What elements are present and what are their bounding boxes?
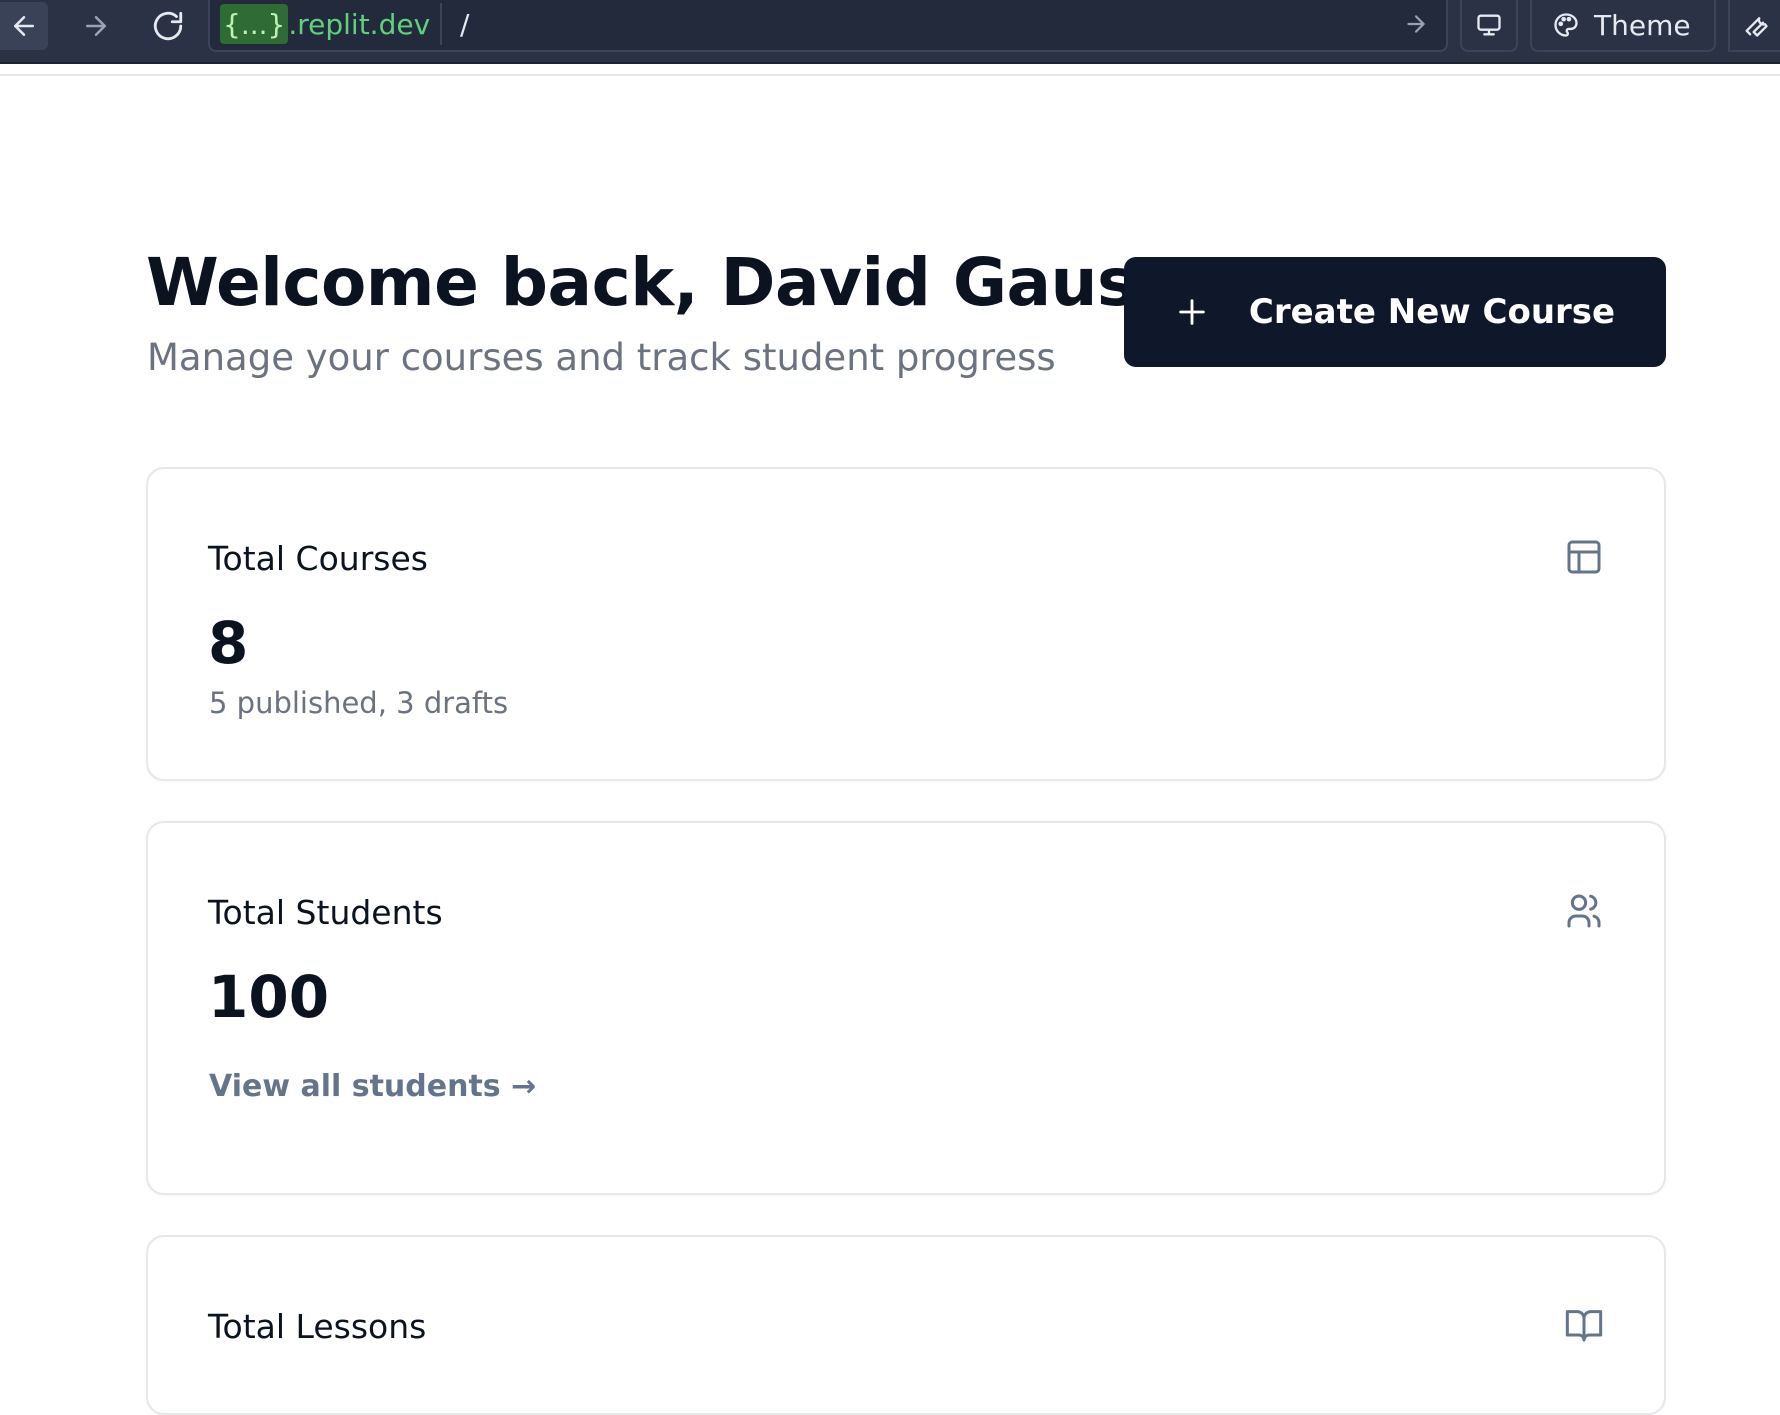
reload-button[interactable] xyxy=(144,2,192,50)
url-go-button[interactable] xyxy=(1398,3,1434,45)
forward-button[interactable] xyxy=(72,2,120,50)
stat-card-lessons: Total Lessons xyxy=(146,1235,1666,1415)
reload-icon xyxy=(153,11,183,41)
layout-icon xyxy=(1567,540,1601,574)
monitor-icon xyxy=(1477,14,1501,36)
stat-card-students: Total Students 100 View all students → xyxy=(146,821,1666,1195)
stat-card-courses: Total Courses 8 5 published, 3 drafts xyxy=(146,467,1666,781)
create-new-course-button[interactable]: Create New Course xyxy=(1124,257,1666,367)
arrow-left-icon xyxy=(14,16,34,36)
page-title: Welcome back, David Gaus! xyxy=(146,244,1166,321)
palette-icon xyxy=(1554,13,1578,37)
card-value: 8 xyxy=(208,609,249,677)
card-title: Total Lessons xyxy=(208,1307,427,1346)
page-subtitle: Manage your courses and track student pr… xyxy=(147,336,1056,379)
arrow-right-icon xyxy=(86,16,106,36)
create-new-course-label: Create New Course xyxy=(1248,292,1616,332)
theme-button[interactable]: Theme xyxy=(1530,0,1716,52)
view-all-students-link[interactable]: View all students → xyxy=(209,1069,536,1104)
url-host: {...} .replit.dev xyxy=(220,3,443,45)
plus-icon xyxy=(1179,299,1205,325)
url-host-placeholder: {...} xyxy=(220,4,289,44)
card-title: Total Courses xyxy=(208,539,428,578)
url-path[interactable]: / xyxy=(460,3,469,45)
devtools-button[interactable] xyxy=(1728,0,1780,52)
url-bar[interactable]: {...} .replit.dev / xyxy=(208,0,1448,52)
arrow-right-icon xyxy=(1407,15,1425,33)
book-open-icon xyxy=(1565,1310,1603,1342)
divider xyxy=(0,74,1780,76)
url-host-domain: .replit.dev xyxy=(288,7,431,41)
users-icon xyxy=(1567,894,1601,928)
card-note: 5 published, 3 drafts xyxy=(209,686,509,720)
browser-toolbar: {...} .replit.dev / Theme xyxy=(0,0,1780,64)
device-preview-button[interactable] xyxy=(1460,0,1518,52)
wrench-icon xyxy=(1745,17,1768,37)
card-title: Total Students xyxy=(208,893,443,932)
card-value: 100 xyxy=(208,963,330,1031)
back-button[interactable] xyxy=(0,2,48,50)
theme-label: Theme xyxy=(1594,8,1691,42)
